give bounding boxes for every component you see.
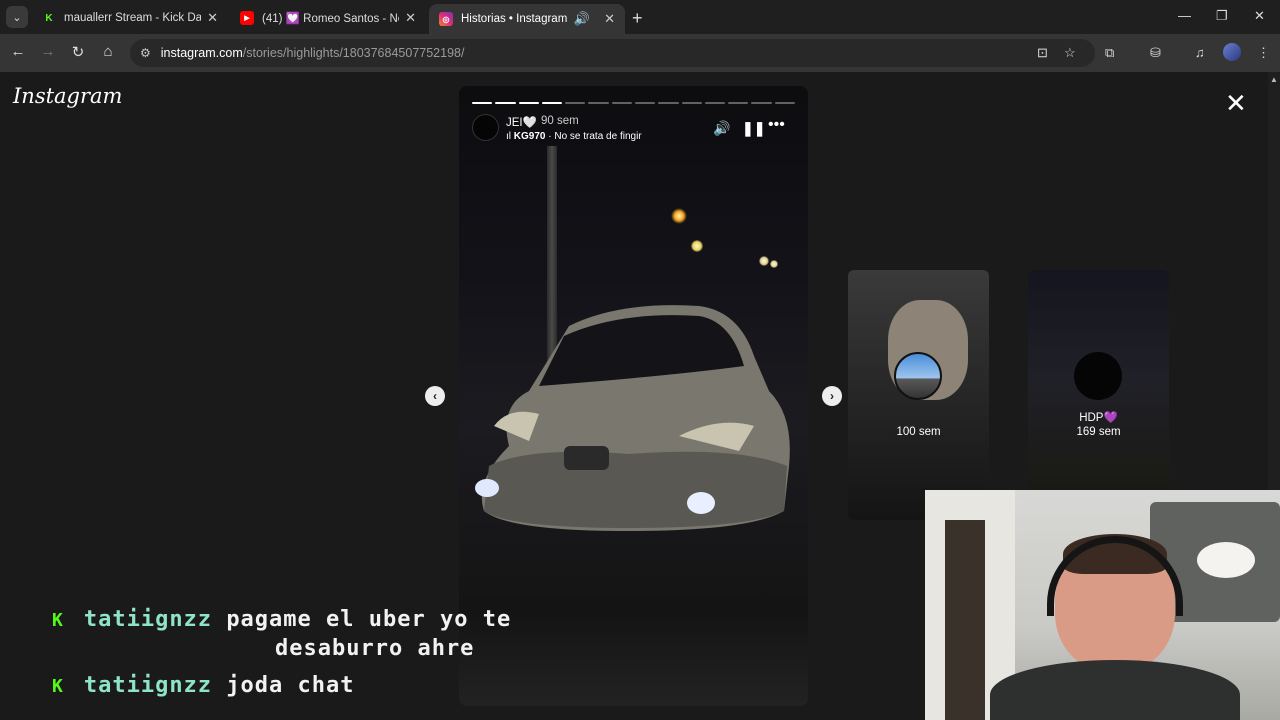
media-control-icon[interactable]: ♫ (1195, 45, 1205, 60)
forward-arrow-icon[interactable]: → (38, 43, 58, 60)
close-tab-icon[interactable]: ✕ (207, 10, 218, 26)
chat-username: tatiignzz (83, 673, 213, 698)
extensions-icon[interactable]: ⧉ (1105, 45, 1114, 61)
music-artist: KG970 (513, 131, 546, 142)
more-options-icon[interactable]: ••• (768, 116, 785, 134)
new-tab-button[interactable]: + (632, 8, 643, 29)
instagram-icon: ◎ (439, 12, 453, 26)
site-info-icon[interactable]: ⚙ (140, 46, 151, 60)
previous-story-button[interactable]: ‹ (425, 386, 445, 406)
instagram-logo[interactable]: Instagram (13, 84, 122, 108)
chat-text: pagame el uber yo te (226, 607, 512, 632)
next-story-preview[interactable]: 100 sem (848, 270, 989, 520)
music-bars-icon: ıl (506, 131, 511, 142)
back-arrow-icon[interactable]: ← (8, 43, 28, 60)
restore-icon[interactable]: ❐ (1216, 8, 1228, 24)
webcam-overlay (925, 490, 1280, 720)
close-stories-icon[interactable]: ✕ (1225, 90, 1247, 116)
preview-time: 100 sem (896, 426, 941, 438)
tab-title: mauallerr Stream - Kick Dashbo (64, 12, 202, 24)
kick-badge-icon: K (52, 610, 64, 631)
tab-instagram[interactable]: ◎ Historias • Instagram 🔊 ✕ (429, 4, 625, 34)
chat-username: tatiignzz (83, 607, 213, 632)
scroll-up-icon[interactable]: ▲ (1270, 75, 1278, 84)
menu-kebab-icon[interactable]: ⋮ (1257, 45, 1270, 61)
incognito-icon[interactable]: ⛁ (1150, 45, 1161, 61)
tab-bar: ⌄ K mauallerr Stream - Kick Dashbo ✕ ▶ (… (0, 0, 1280, 34)
profile-avatar[interactable] (1223, 43, 1241, 61)
street-lamp (770, 260, 778, 268)
install-app-icon[interactable]: ⊡ (1037, 45, 1048, 61)
story-username[interactable]: JEI🤍 (506, 115, 537, 129)
close-tab-icon[interactable]: ✕ (604, 11, 615, 27)
story-user-avatar[interactable] (472, 114, 499, 141)
webcam-chair (945, 520, 985, 720)
street-lamp (691, 240, 703, 252)
home-icon[interactable]: ⌂ (98, 43, 118, 60)
tab-title: (41) 💟 Romeo Santos - Necio (262, 13, 399, 25)
story-viewer[interactable]: JEI🤍 90 sem ıl KG970 · No se trata de fi… (459, 86, 808, 706)
chat-text: desaburro ahre (275, 636, 475, 661)
reload-icon[interactable]: ↻ (68, 43, 88, 61)
chat-message: Ktatiignzz pagame el uber yo te (52, 607, 511, 632)
preview-time: 169 sem (1076, 426, 1121, 438)
close-tab-icon[interactable]: ✕ (405, 10, 416, 26)
url-path: /stories/highlights/18037684507752198/ (242, 46, 465, 60)
story-time: 90 sem (541, 115, 579, 127)
car-image (475, 305, 790, 531)
chat-message-continued: desaburro ahre (275, 636, 474, 661)
speaker-icon[interactable]: 🔊 (713, 120, 730, 137)
story-progress-bar (472, 102, 795, 104)
kick-icon: K (45, 12, 53, 24)
pause-icon[interactable]: ❚❚ (742, 120, 765, 137)
speaker-icon[interactable]: 🔊 (574, 11, 590, 27)
webcam-dog (1197, 542, 1255, 578)
browser-toolbar: ← → ↻ ⌂ ⚙ instagram.com/stories/highligh… (0, 34, 1280, 72)
bookmark-star-icon[interactable]: ☆ (1064, 45, 1076, 61)
youtube-icon: ▶ (240, 11, 254, 25)
chat-text: joda chat (226, 673, 355, 698)
window-close-icon[interactable]: ✕ (1254, 8, 1265, 24)
chat-message: Ktatiignzz joda chat (52, 673, 355, 698)
instagram-stories-page: Instagram ✕ ▲ JEI🤍 90 sem ıl KG970 · No … (0, 72, 1280, 720)
url-host: instagram.com (160, 46, 243, 60)
preview-avatar (894, 352, 942, 400)
tab-title: Historias • Instagram (461, 13, 568, 25)
preview-name: HDP💜 (1079, 412, 1118, 424)
minimize-icon[interactable]: — (1178, 8, 1191, 23)
next-story-preview[interactable]: HDP💜 169 sem (1028, 270, 1169, 490)
story-music[interactable]: ıl KG970 · No se trata de fingir (506, 131, 642, 142)
preview-avatar (1074, 352, 1122, 400)
tab-kick-dashboard[interactable]: K mauallerr Stream - Kick Dashbo ✕ (32, 4, 228, 32)
kick-badge-icon: K (52, 676, 64, 697)
street-lamp (671, 208, 687, 224)
tab-youtube[interactable]: ▶ (41) 💟 Romeo Santos - Necio ✕ (230, 4, 426, 32)
music-title: · No se trata de fingir (545, 131, 642, 142)
street-lamp (759, 256, 769, 266)
address-bar[interactable]: ⚙ instagram.com/stories/highlights/18037… (130, 39, 1095, 67)
tab-search-button[interactable]: ⌄ (6, 6, 28, 28)
next-story-button[interactable]: › (822, 386, 842, 406)
webcam-person-shirt (990, 660, 1240, 720)
